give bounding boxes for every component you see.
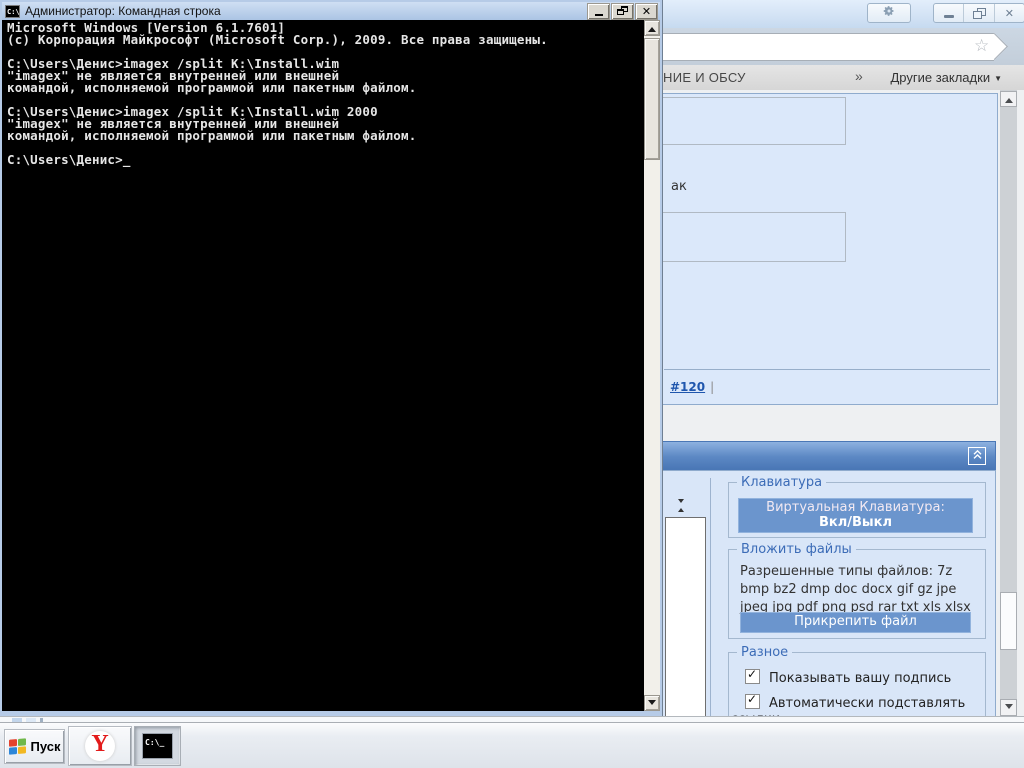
auto-links-checkbox[interactable] [745, 694, 760, 709]
taskbar: Пуск Y C:\_ EN 2:06 19.02.2014 [0, 722, 1024, 768]
arrow-up-icon [648, 23, 656, 32]
editor-font-size-controls [676, 491, 688, 515]
collapse-button[interactable] [968, 447, 986, 465]
console-line: (c) Корпорация Майкрософт (Microsoft Cor… [7, 34, 644, 46]
post-partial-text: ак [671, 179, 687, 194]
yandex-letter: Y [91, 731, 108, 758]
console-prompt-line: C:\Users\Денис>_ [7, 154, 644, 166]
start-label: Пуск [31, 739, 61, 754]
cmd-window-controls: ✕ [588, 4, 660, 19]
taskbar-yandex-browser-button[interactable]: Y [69, 727, 131, 765]
restore-button[interactable] [963, 4, 993, 22]
show-signature-label: Показывать вашу подпись [769, 671, 951, 686]
misc-options: Показывать вашу подпись Автоматически по… [729, 653, 985, 722]
browser-window: ✕ ☆ НИЕ И ОБСУ » Другие закладки ▼ ак #12… [653, 0, 1024, 722]
cmd-window: C:\ Администратор: Командная строка ✕ Mi… [0, 0, 662, 716]
reply-form-panel: Клавиатура Виртуальная Клавиатура: Вкл/В… [658, 470, 996, 722]
gear-icon [883, 4, 895, 22]
minimize-icon [944, 15, 954, 18]
bookmark-star-icon[interactable]: ☆ [974, 36, 989, 56]
virtual-keyboard-toggle-button[interactable]: Виртуальная Клавиатура: Вкл/Выкл [738, 498, 973, 533]
other-bookmarks-label: Другие закладки [890, 70, 990, 85]
form-divider [710, 478, 711, 722]
cmd-taskbar-icon: C:\_ [142, 733, 173, 759]
scrollbar-thumb[interactable] [1000, 592, 1017, 650]
console-scrollbar[interactable] [644, 20, 660, 711]
arrow-up-icon [1005, 94, 1013, 103]
minimize-icon [595, 14, 603, 16]
quote-box [653, 212, 846, 262]
browser-menu-button[interactable] [867, 3, 911, 23]
taskbar-cmd-button[interactable]: C:\_ [135, 727, 180, 765]
windows-logo-icon [9, 738, 26, 754]
attach-files-fieldset: Вложить файлы Разрешенные типы файлов: 7… [728, 549, 986, 639]
page-scrollbar[interactable] [1000, 90, 1017, 722]
scroll-down-button[interactable] [644, 695, 660, 711]
post-number-link[interactable]: #120 [670, 380, 705, 394]
close-icon: ✕ [1005, 7, 1014, 20]
browser-window-controls: ✕ [933, 3, 1024, 23]
misc-fieldset: Разное Показывать вашу подпись Автоматич… [728, 652, 986, 722]
post-separator [664, 369, 990, 370]
scroll-down-button[interactable] [1000, 699, 1017, 716]
other-bookmarks-button[interactable]: Другие закладки ▼ [890, 70, 1002, 85]
reply-form-header [658, 441, 996, 470]
bookmarks-overflow-chevron[interactable]: » [855, 68, 863, 84]
minimize-button[interactable] [934, 4, 963, 22]
minimize-button[interactable] [588, 4, 609, 19]
font-size-down-button[interactable] [678, 503, 687, 512]
desktop: ✕ ☆ НИЕ И ОБСУ » Другие закладки ▼ ак #12… [0, 0, 1024, 768]
keyboard-fieldset: Клавиатура Виртуальная Клавиатура: Вкл/В… [728, 482, 986, 538]
console-line: командой, исполняемой программой или пак… [7, 130, 644, 142]
show-signature-checkbox[interactable] [745, 669, 760, 684]
close-button[interactable]: ✕ [994, 4, 1024, 22]
virtual-keyboard-state: Вкл/Выкл [739, 515, 972, 530]
forum-post-panel: ак #120 | [658, 93, 998, 405]
show-signature-option: Показывать вашу подпись [731, 669, 977, 687]
start-button[interactable]: Пуск [5, 730, 64, 763]
pipe-separator: | [710, 380, 714, 394]
attach-files-legend: Вложить файлы [737, 542, 856, 557]
arrow-down-icon [648, 700, 656, 709]
bookmark-item[interactable]: НИЕ И ОБСУ [663, 70, 746, 85]
cmd-titlebar[interactable]: C:\ Администратор: Командная строка ✕ [2, 2, 660, 20]
yandex-browser-icon: Y [85, 731, 115, 761]
cmd-window-title: Администратор: Командная строка [25, 4, 221, 18]
restore-icon [973, 8, 985, 18]
bookmarks-bar: НИЕ И ОБСУ » Другие закладки ▼ [653, 65, 1024, 91]
browser-titlebar: ✕ [653, 0, 1024, 28]
keyboard-legend: Клавиатура [737, 475, 826, 490]
console-line: командой, исполняемой программой или пак… [7, 82, 644, 94]
virtual-keyboard-label: Виртуальная Клавиатура: [739, 500, 972, 515]
scroll-up-button[interactable] [644, 20, 660, 36]
arrow-down-icon [1005, 704, 1013, 713]
restore-icon [617, 6, 629, 16]
console-output[interactable]: Microsoft Windows [Version 6.1.7601] (c)… [2, 20, 644, 711]
browser-toolbar: ☆ [653, 28, 1024, 65]
browser-page: ак #120 | [653, 90, 1024, 722]
close-icon: ✕ [642, 4, 651, 19]
cmd-icon: C:\ [5, 5, 20, 18]
restore-button[interactable] [612, 4, 633, 19]
misc-legend: Разное [737, 645, 792, 660]
attach-file-button[interactable]: Прикрепить файл [740, 612, 971, 633]
chevron-down-icon: ▼ [994, 74, 1002, 83]
scrollbar-thumb[interactable] [644, 38, 660, 160]
scroll-up-button[interactable] [1000, 91, 1017, 107]
double-chevron-up-icon [972, 447, 983, 465]
address-bar[interactable] [654, 33, 994, 61]
quote-box [653, 97, 846, 145]
message-editor-area[interactable] [665, 517, 706, 722]
close-button[interactable]: ✕ [636, 4, 657, 19]
post-footer: #120 | [670, 380, 714, 394]
